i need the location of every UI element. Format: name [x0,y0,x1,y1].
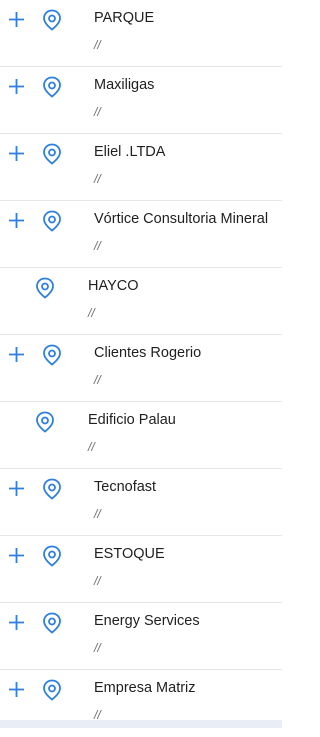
bottom-bar [0,720,282,728]
location-pin-icon [35,277,55,299]
plus-icon[interactable] [8,145,25,162]
list-item[interactable]: HAYCO // [0,268,282,335]
plus-icon[interactable] [8,547,25,564]
location-name: Maxiligas [94,77,155,93]
location-pin-icon [42,679,62,701]
list-item[interactable]: Vórtice Consultoria Mineral // [0,201,282,268]
plus-icon[interactable] [8,212,25,229]
location-name: Edificio Palau [88,412,176,428]
location-pin-icon [42,9,62,31]
location-name: Clientes Rogerio [94,345,202,361]
location-name: Tecnofast [94,479,157,495]
location-name: PARQUE [94,10,155,26]
location-pin-icon [42,76,62,98]
location-subtitle: // [94,38,101,52]
location-pin-icon [42,478,62,500]
plus-icon[interactable] [8,681,25,698]
location-subtitle: // [94,507,101,521]
list-item[interactable]: Edificio Palau // [0,402,282,469]
list-item[interactable]: Clientes Rogerio // [0,335,282,402]
location-subtitle: // [94,172,101,186]
plus-icon[interactable] [8,614,25,631]
location-subtitle: // [88,306,95,320]
location-subtitle: // [94,641,101,655]
location-subtitle: // [94,239,101,253]
location-name: ESTOQUE [94,546,165,562]
location-pin-icon [42,545,62,567]
list-item[interactable]: Tecnofast // [0,469,282,536]
plus-icon[interactable] [8,480,25,497]
plus-icon[interactable] [8,346,25,363]
list-item[interactable]: Eliel .LTDA // [0,134,282,201]
list-item[interactable]: Energy Services // [0,603,282,670]
location-name: HAYCO [88,278,139,294]
list-item[interactable]: ESTOQUE // [0,536,282,603]
list-item[interactable]: PARQUE // [0,0,282,67]
location-pin-icon [35,411,55,433]
location-subtitle: // [88,440,95,454]
location-pin-icon [42,143,62,165]
plus-icon[interactable] [8,11,25,28]
location-subtitle: // [94,373,101,387]
location-pin-icon [42,344,62,366]
location-subtitle: // [94,105,101,119]
location-pin-icon [42,612,62,634]
location-name: Energy Services [94,613,200,629]
location-name: Vórtice Consultoria Mineral [94,211,269,227]
plus-icon[interactable] [8,78,25,95]
location-list: PARQUE // Maxiligas // Eliel .LTDA // Vó… [0,0,282,737]
location-name: Empresa Matriz [94,680,196,696]
location-subtitle: // [94,574,101,588]
list-item[interactable]: Maxiligas // [0,67,282,134]
location-name: Eliel .LTDA [94,144,166,160]
location-pin-icon [42,210,62,232]
